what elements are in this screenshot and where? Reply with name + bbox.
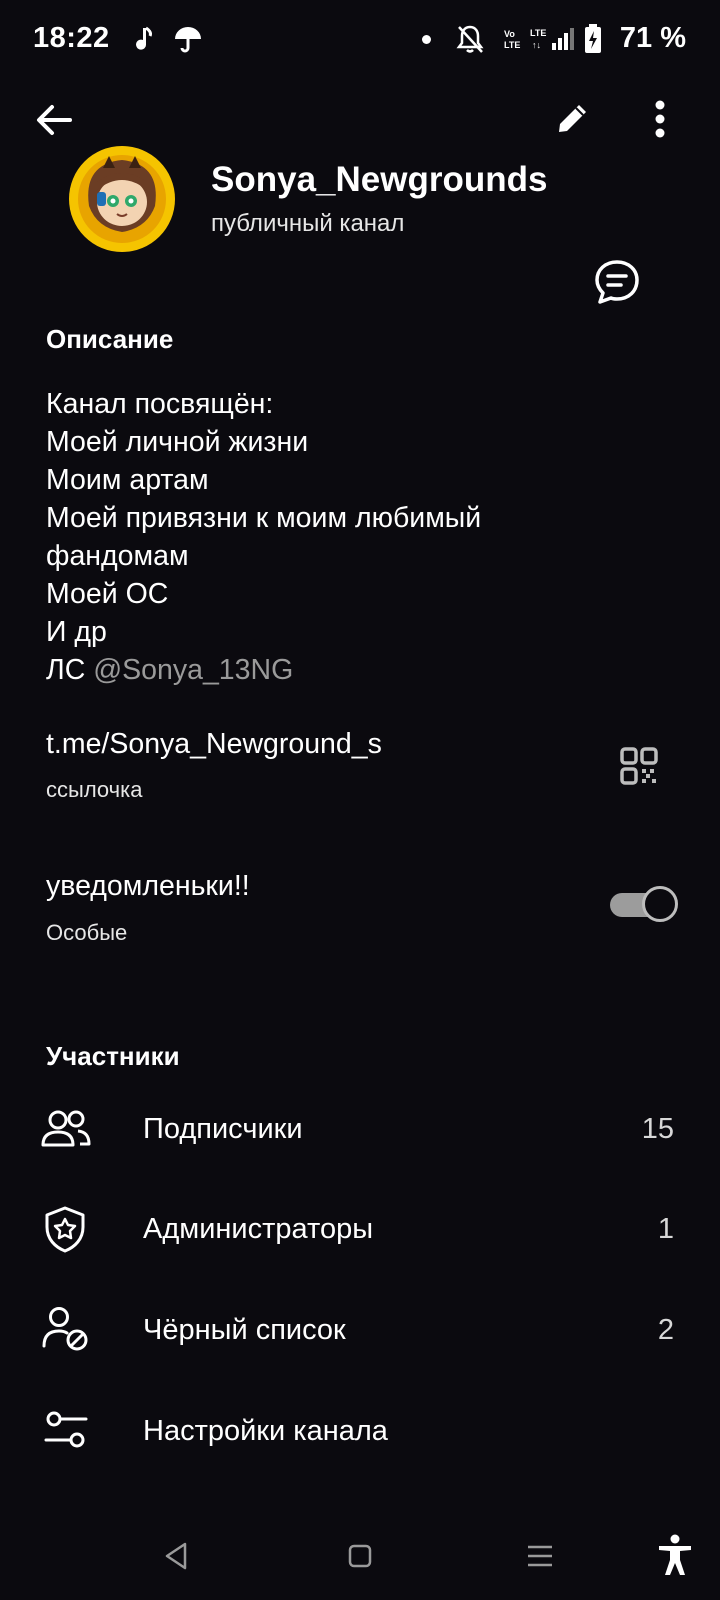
user-block-icon — [42, 1306, 90, 1352]
description-title: Описание — [46, 324, 174, 354]
channel-settings-label: Настройки канала — [143, 1415, 388, 1447]
notifications-toggle-knob[interactable] — [642, 886, 678, 922]
channel-link[interactable]: t.me/Sonya_Newground_s — [46, 728, 382, 761]
back-arrow-icon[interactable] — [34, 100, 74, 140]
bell-off-icon — [456, 24, 484, 54]
nav-home-icon[interactable] — [348, 1544, 372, 1568]
description-line: фандомам — [46, 540, 189, 572]
blacklist-row[interactable] — [0, 1283, 720, 1375]
subscribers-row[interactable] — [0, 1082, 720, 1174]
status-time: 18:22 — [33, 22, 110, 54]
battery-percent: 71 % — [619, 22, 686, 54]
users-icon — [40, 1109, 92, 1149]
discussion-chat-icon[interactable] — [593, 258, 641, 306]
description-line: Канал посвящён: — [46, 388, 274, 420]
svg-text:LTE: LTE — [530, 28, 546, 38]
settings-sliders-icon — [44, 1410, 88, 1450]
description-line: Моей ОС — [46, 578, 169, 610]
music-note-icon — [135, 26, 155, 52]
channel-name: Sonya_Newgrounds — [211, 160, 548, 199]
administrators-label: Администраторы — [143, 1213, 374, 1245]
edit-pencil-icon[interactable] — [555, 100, 591, 136]
svg-text:LTE: LTE — [504, 40, 520, 50]
blacklist-label: Чёрный список — [143, 1314, 346, 1346]
more-options-icon[interactable] — [654, 100, 666, 138]
description-contact-line: ЛС @Sonya_13NG — [46, 651, 293, 689]
description-line: Моим артам — [46, 464, 209, 496]
umbrella-icon — [173, 26, 203, 54]
nav-back-icon[interactable] — [164, 1542, 188, 1570]
contact-handle-link[interactable]: @Sonya_13NG — [93, 654, 293, 686]
lte-signal-icon: LTE ↑↓ — [530, 26, 574, 52]
qr-code-icon[interactable] — [620, 747, 658, 785]
avatar[interactable] — [69, 146, 175, 252]
subscribers-count: 15 — [641, 1113, 674, 1145]
blacklist-count: 2 — [657, 1314, 674, 1346]
link-caption: ссылочка — [46, 777, 143, 802]
nav-recents-icon[interactable] — [527, 1544, 553, 1568]
notifications-label: уведомленьки!! — [46, 870, 250, 902]
volte-icon: Vo LTE — [503, 28, 525, 50]
svg-text:↑↓: ↑↓ — [532, 40, 541, 50]
administrators-count: 1 — [657, 1213, 674, 1245]
description-line: И др — [46, 616, 107, 648]
channel-type: публичный канал — [211, 210, 405, 237]
accessibility-icon[interactable] — [657, 1534, 693, 1576]
contact-prefix: ЛС — [46, 654, 86, 686]
notifications-caption: Особые — [46, 920, 128, 945]
svg-text:Vo: Vo — [504, 29, 515, 39]
battery-charging-icon — [584, 24, 602, 54]
admin-shield-icon — [43, 1205, 87, 1253]
subscribers-label: Подписчики — [143, 1113, 303, 1145]
dot-icon — [422, 35, 431, 44]
members-title: Участники — [46, 1041, 180, 1071]
description-line: Моей личной жизни — [46, 426, 309, 458]
description-line: Моей привязни к моим любимый — [46, 502, 482, 534]
